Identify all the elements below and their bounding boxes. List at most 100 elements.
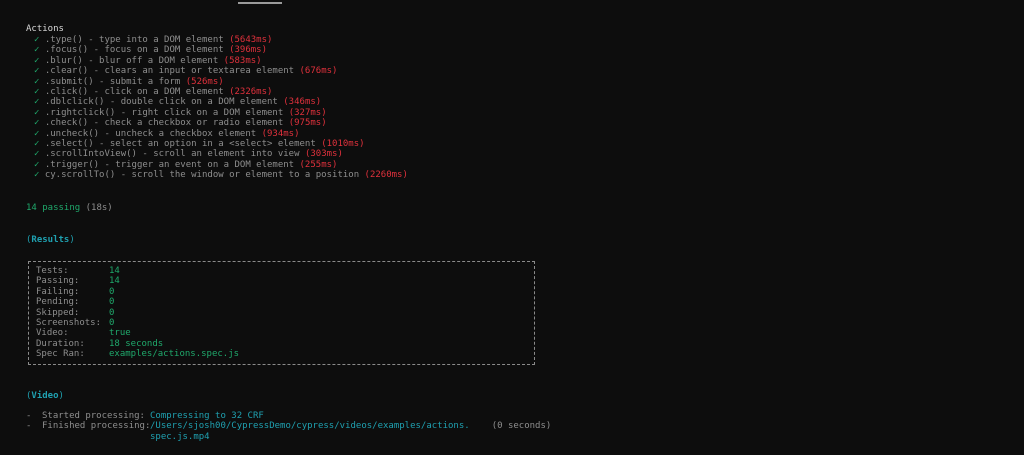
test-name: .select() - select an option in a <selec… — [44, 138, 316, 149]
test-name: .uncheck() - uncheck a checkbox element — [44, 128, 257, 139]
results-value: examples/actions.spec.js — [109, 349, 240, 360]
test-item: ✓ .submit() - submit a form (526ms) — [34, 77, 408, 87]
test-item: ✓ .click() - click on a DOM element (232… — [34, 87, 408, 97]
test-name: .check() - check a checkbox or radio ele… — [44, 118, 284, 129]
test-duration: (303ms) — [304, 149, 343, 160]
results-value: true — [109, 328, 131, 339]
results-row: Skipped: 0 — [36, 308, 239, 318]
test-name: .focus() - focus on a DOM element — [44, 45, 224, 56]
test-item: ✓ cy.scrollTo() - scroll the window or e… — [34, 170, 408, 180]
passing-count: 14 passing — [26, 203, 81, 213]
results-heading-text: Results — [31, 235, 70, 245]
results-label: Tests: — [36, 266, 69, 276]
results-heading: (Results) — [26, 235, 75, 245]
test-item: ✓ .trigger() - trigger an event on a DOM… — [34, 160, 408, 170]
check-icon: ✓ — [34, 170, 40, 181]
test-item: ✓ .focus() - focus on a DOM element (396… — [34, 45, 408, 55]
results-label: Spec Ran: — [36, 349, 85, 360]
bullet: - — [26, 421, 32, 432]
test-list: ✓ .type() - type into a DOM element (564… — [34, 35, 408, 180]
test-item: ✓ .check() - check a checkbox or radio e… — [34, 118, 408, 128]
results-row: Spec Ran: examples/actions.spec.js — [36, 349, 239, 359]
test-item: ✓ .scrollIntoView() - scroll an element … — [34, 149, 408, 159]
results-value: 0 — [109, 297, 115, 308]
active-tab-indicator[interactable] — [238, 2, 282, 4]
test-item: ✓ .select() - select an option in a <sel… — [34, 139, 408, 149]
test-name: .click() - click on a DOM element — [44, 86, 224, 97]
results-label: Passing: — [36, 276, 80, 287]
results-label: Duration: — [36, 338, 85, 349]
test-name: cy.scrollTo() - scroll the window or ele… — [44, 170, 360, 181]
results-value: 0 — [109, 317, 115, 328]
check-icon: ✓ — [34, 97, 40, 108]
video-started-row: - Started processing: Compressing to 32 CR… — [26, 411, 551, 421]
video-started-value: Compressing to 32 CRF — [150, 411, 264, 421]
test-name: .blur() - blur off a DOM element — [44, 55, 219, 66]
test-duration: (327ms) — [288, 107, 327, 118]
check-icon: ✓ — [34, 118, 40, 129]
test-item: ✓ .uncheck() - uncheck a checkbox elemen… — [34, 129, 408, 139]
results-label: Skipped: — [36, 307, 80, 318]
test-name: .rightclick() - right click on a DOM ele… — [44, 107, 284, 118]
results-label: Screenshots: — [36, 317, 102, 328]
test-duration: (346ms) — [283, 97, 322, 108]
test-item: ✓ .clear() - clears an input or textarea… — [34, 66, 408, 76]
video-started-label: Started processing: — [42, 411, 145, 421]
video-finished-path-cont: spec.js.mp4 — [150, 431, 210, 442]
test-duration: (934ms) — [261, 128, 300, 139]
test-item: ✓ .dblclick() - double click on a DOM el… — [34, 97, 408, 107]
test-item: ✓ .blur() - blur off a DOM element (583m… — [34, 56, 408, 66]
video-finished-time: (0 seconds) — [491, 421, 552, 432]
test-name: .submit() - submit a form — [44, 76, 181, 87]
results-table: Tests: 14 Passing: 14 Failing: 0 Pending: 0 … — [36, 266, 239, 360]
suite-title: Actions — [26, 24, 64, 34]
test-duration: (255ms) — [299, 159, 338, 170]
results-value: 0 — [109, 307, 115, 318]
passing-time: (18s) — [85, 203, 113, 213]
results-label: Failing: — [36, 286, 80, 297]
test-duration: (1010ms) — [321, 138, 365, 149]
results-heading-close: ) — [69, 235, 75, 245]
results-label: Video: — [36, 328, 69, 339]
results-label: Pending: — [36, 297, 80, 308]
check-icon: ✓ — [34, 55, 40, 66]
test-duration: (583ms) — [223, 55, 262, 66]
results-row: Pending: 0 — [36, 297, 239, 307]
test-name: .clear() - clears an input or textarea e… — [44, 66, 295, 77]
results-value: 14 — [109, 266, 120, 276]
results-row: Screenshots: 0 — [36, 318, 239, 328]
video-finished-label: Finished processing: — [42, 421, 151, 432]
results-row: Duration: 18 seconds — [36, 339, 239, 349]
check-icon: ✓ — [34, 149, 40, 160]
results-row: Failing: 0 — [36, 287, 239, 297]
bullet: - — [26, 411, 32, 421]
test-duration: (2326ms) — [229, 86, 273, 97]
test-name: .trigger() - trigger an event on a DOM e… — [44, 159, 295, 170]
check-icon: ✓ — [34, 159, 40, 170]
results-value: 14 — [109, 276, 120, 287]
video-finished-row-cont: spec.js.mp4 — [26, 432, 551, 442]
check-icon: ✓ — [34, 66, 40, 77]
test-item: ✓ .type() - type into a DOM element (564… — [34, 35, 408, 45]
video-finished-path: /Users/sjosh00/CypressDemo/cypress/video… — [150, 421, 470, 432]
test-duration: (396ms) — [229, 45, 268, 56]
test-duration: (2260ms) — [364, 170, 408, 181]
results-value: 18 seconds — [109, 338, 164, 349]
video-heading-text: Video — [31, 391, 59, 401]
test-duration: (526ms) — [185, 76, 224, 87]
check-icon: ✓ — [34, 35, 40, 45]
check-icon: ✓ — [34, 138, 40, 149]
test-item: ✓ .rightclick() - right click on a DOM e… — [34, 108, 408, 118]
video-log: - Started processing: Compressing to 32 CR… — [26, 411, 551, 442]
check-icon: ✓ — [34, 45, 40, 56]
video-heading: (Video) — [26, 391, 64, 401]
results-row: Video: true — [36, 328, 239, 338]
check-icon: ✓ — [34, 107, 40, 118]
results-value: 0 — [109, 286, 115, 297]
results-row: Tests: 14 — [36, 266, 239, 276]
video-heading-close: ) — [58, 391, 64, 401]
check-icon: ✓ — [34, 128, 40, 139]
test-name: .dblclick() - double click on a DOM elem… — [44, 97, 278, 108]
passing-summary: 14 passing (18s) — [26, 203, 113, 213]
test-duration: (676ms) — [299, 66, 338, 77]
